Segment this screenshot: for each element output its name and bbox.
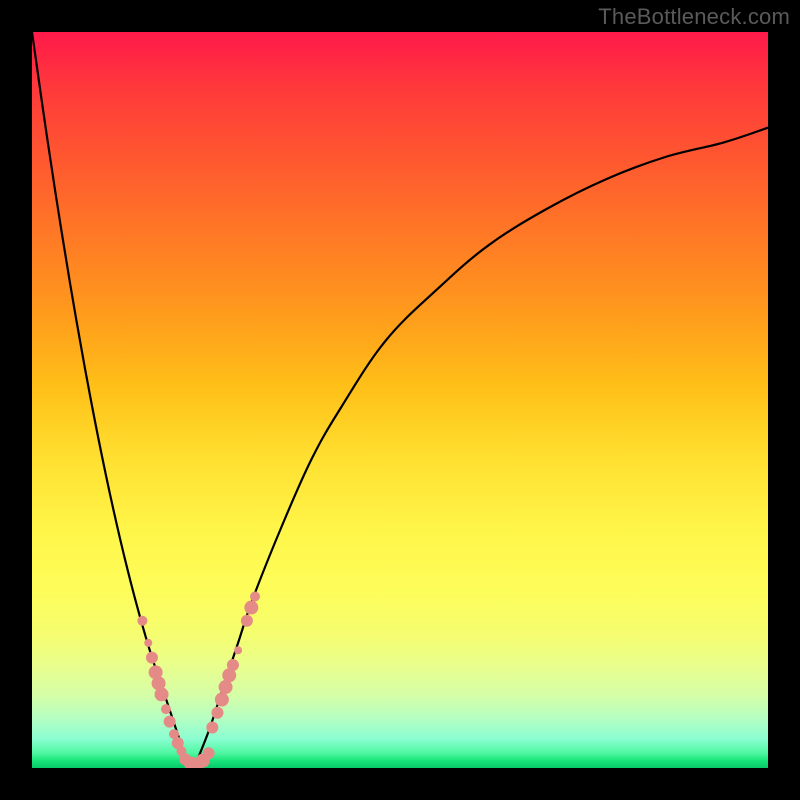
marker-right-8 <box>244 601 258 615</box>
chart-frame: TheBottleneck.com <box>0 0 800 800</box>
left-bottleneck-curve <box>32 32 194 768</box>
marker-left-1 <box>144 639 152 647</box>
marker-left-2 <box>146 652 158 664</box>
plot-area <box>32 32 768 768</box>
marker-right-7 <box>241 615 253 627</box>
marker-right-6 <box>234 646 242 654</box>
marker-left-6 <box>161 704 171 714</box>
curve-layer <box>32 32 768 768</box>
marker-right-0 <box>206 722 218 734</box>
marker-right-2 <box>215 693 229 707</box>
marker-left-5 <box>155 687 169 701</box>
data-markers <box>137 592 260 768</box>
watermark-text: TheBottleneck.com <box>598 4 790 30</box>
right-bottleneck-curve <box>194 128 768 768</box>
marker-left-7 <box>164 716 176 728</box>
marker-right-5 <box>227 659 239 671</box>
marker-left-0 <box>137 616 147 626</box>
marker-right-9 <box>250 592 260 602</box>
marker-bottom-4 <box>203 747 215 759</box>
marker-right-1 <box>211 707 223 719</box>
